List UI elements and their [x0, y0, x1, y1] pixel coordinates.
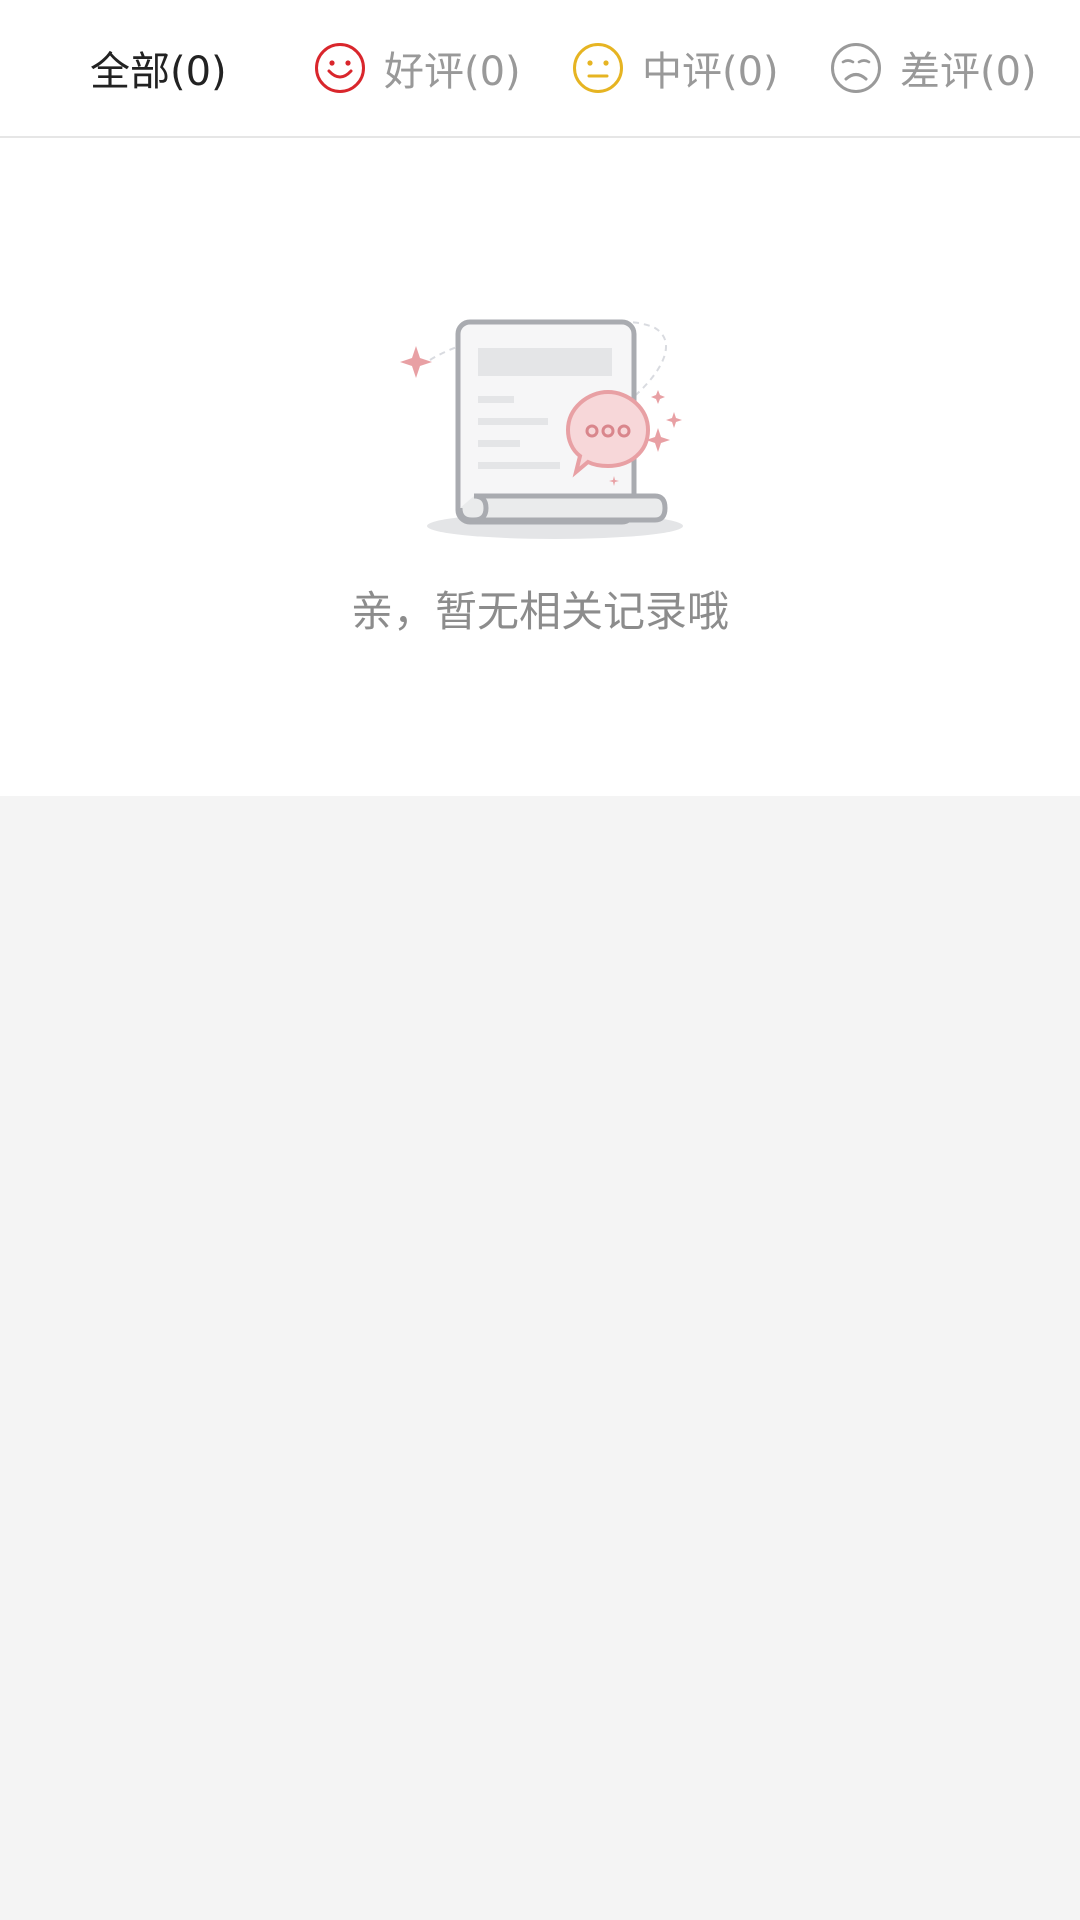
tab-positive-label: 好评(0) — [384, 49, 521, 95]
tab-negative-label: 差评(0) — [900, 49, 1037, 95]
smile-face-icon — [314, 42, 366, 94]
empty-state-message: 亲，暂无相关记录哦 — [350, 587, 729, 636]
neutral-face-icon — [572, 42, 624, 94]
empty-state-panel: 亲，暂无相关记录哦 — [0, 138, 1080, 796]
tab-positive[interactable]: 好评(0) — [314, 0, 521, 136]
review-filter-tabbar: 全部(0) 好评(0) 中评(0) 差评(0) — [0, 0, 1080, 138]
sad-face-icon — [830, 42, 882, 94]
tab-neutral[interactable]: 中评(0) — [572, 0, 779, 136]
tab-all[interactable]: 全部(0) — [90, 0, 227, 136]
tab-neutral-label: 中评(0) — [642, 49, 779, 95]
empty-document-chat-icon — [390, 298, 700, 543]
tab-negative[interactable]: 差评(0) — [830, 0, 1037, 136]
tab-all-label: 全部(0) — [90, 49, 227, 95]
